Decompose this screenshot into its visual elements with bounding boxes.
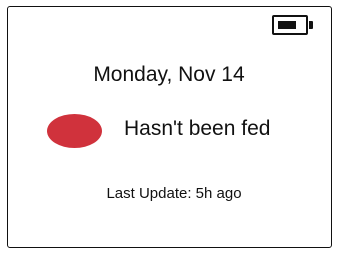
status-text: Hasn't been fed — [124, 117, 271, 140]
last-update-label: Last Update: 5h ago — [106, 185, 242, 202]
battery-level-fill — [278, 21, 296, 29]
status-dot-icon — [47, 114, 102, 148]
feeding-status: Hasn't been fed — [0, 112, 338, 148]
battery-body — [272, 15, 308, 35]
date-label: Monday, Nov 14 — [93, 63, 245, 86]
battery-tip — [309, 21, 313, 29]
battery-icon — [272, 15, 314, 35]
